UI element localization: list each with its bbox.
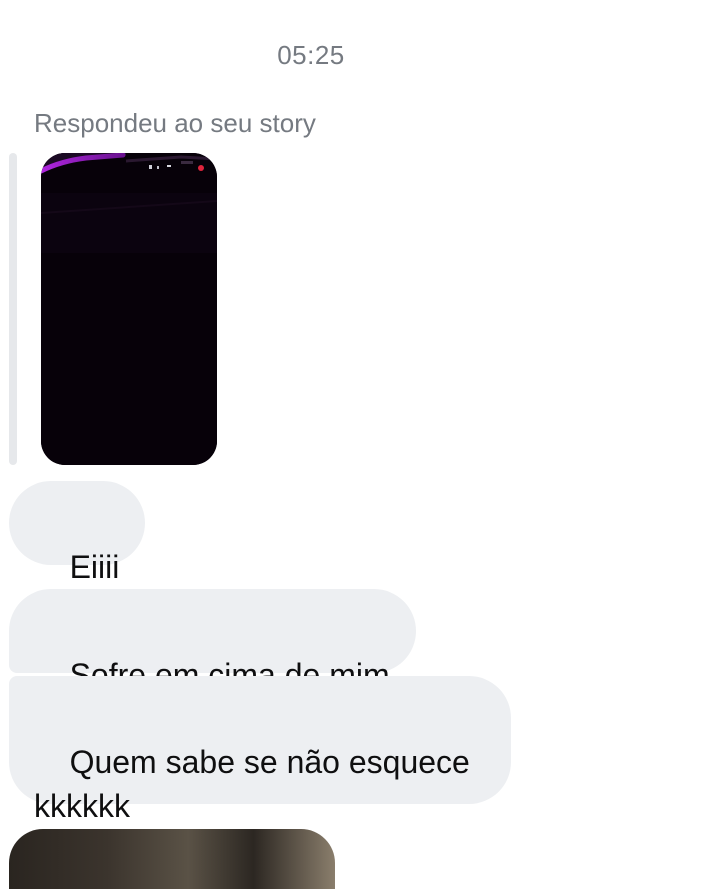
story-image [41, 153, 217, 465]
message-bubble[interactable]: Quem sabe se não esquece kkkkkk [9, 676, 511, 824]
story-thumbnail[interactable] [41, 153, 217, 465]
message-bubble[interactable]: Sofre em cima de mim [9, 589, 416, 693]
message-text: Eiiii [69, 549, 120, 585]
message-text: Quem sabe se não esquece kkkkkk [34, 744, 470, 824]
message-bubble[interactable]: Eiiii [9, 481, 146, 585]
story-reply-label: Respondeu ao seu story [34, 108, 316, 138]
media-thumbnail[interactable] [9, 829, 335, 889]
reply-quote-bar [9, 153, 17, 465]
message-timestamp: 05:25 [277, 40, 345, 70]
